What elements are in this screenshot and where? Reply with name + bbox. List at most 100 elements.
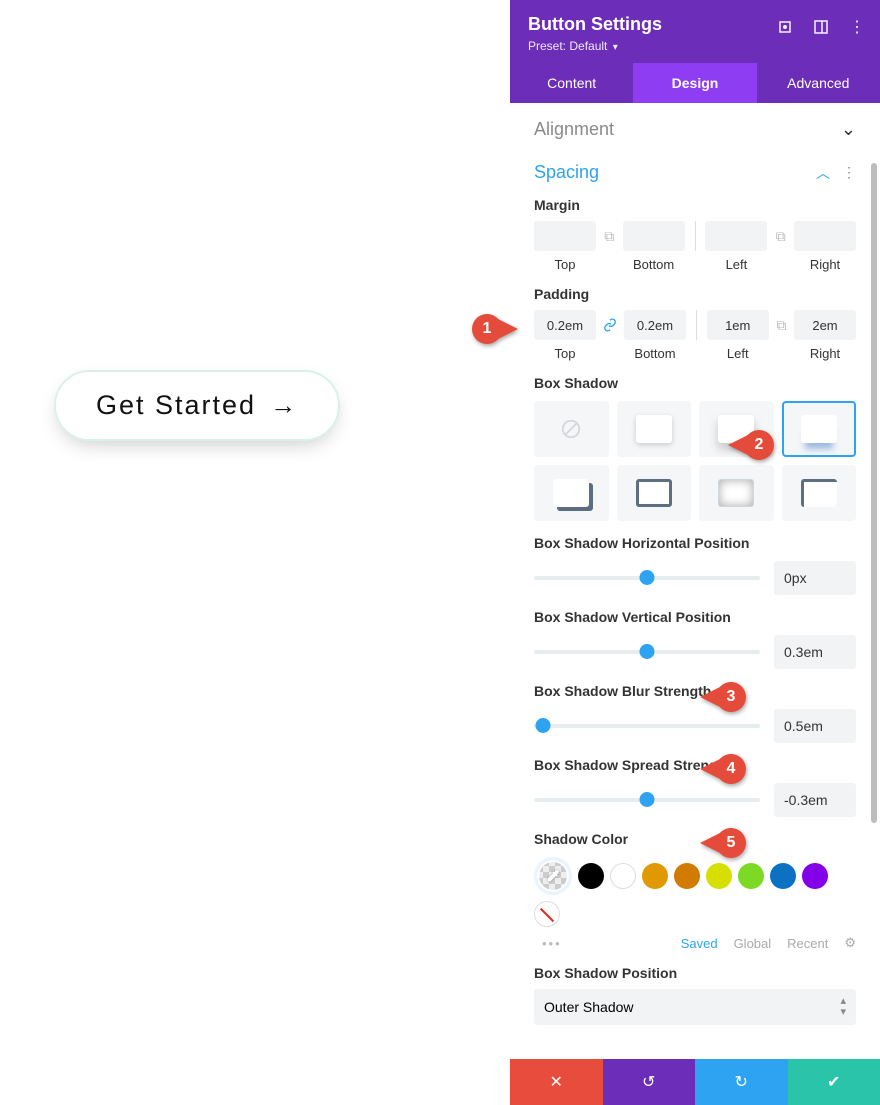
preview-get-started-button[interactable]: Get Started → [54,370,340,441]
swatch-white[interactable] [610,863,636,889]
shadow-preset-3[interactable] [782,401,857,457]
callout-3-label: 3 [716,682,746,712]
shadow-position-value: Outer Shadow [544,999,634,1015]
padding-left-sub: Left [727,346,749,361]
padding-right-input[interactable] [794,310,856,340]
padding-left-input[interactable] [707,310,769,340]
color-tab-saved[interactable]: Saved [681,936,718,951]
shadow-preset-7[interactable] [782,465,857,521]
swatch-green[interactable] [738,863,764,889]
swatch-transparent[interactable] [534,901,560,927]
drag-handle-icon[interactable]: ••• [542,936,562,951]
redo-button[interactable]: ↻ [695,1059,788,1105]
padding-lr-link-icon[interactable]: ⧉ [775,310,788,340]
section-spacing-header[interactable]: Spacing ︿ ⋮ [534,162,856,183]
expand-icon[interactable] [776,18,794,36]
panel-body: Alignment ⌄ Spacing ︿ ⋮ Margin Top [510,103,880,1059]
shadow-preset-5[interactable] [617,465,692,521]
shadow-preset-none[interactable] [534,401,609,457]
margin-top-input[interactable] [534,221,596,251]
padding-group: Padding Top Bottom [534,286,856,361]
settings-panel: Button Settings Preset: Default ▾ ⋮ Cont… [510,0,880,1105]
callout-4: 4 [700,754,746,784]
shadow-preset-6[interactable] [699,465,774,521]
swatch-black[interactable] [578,863,604,889]
section-more-icon[interactable]: ⋮ [842,164,856,181]
preview-button-label: Get Started [96,390,256,421]
divider [696,310,697,340]
chevron-up-icon[interactable]: ︿ [816,163,830,183]
margin-tb-link-icon[interactable]: ⧉ [602,221,617,251]
divider [695,221,696,251]
box-shadow-group: Box Shadow [534,375,856,521]
swatch-orange[interactable] [642,863,668,889]
margin-right-input[interactable] [794,221,856,251]
swatch-yellow[interactable] [706,863,732,889]
swatch-blue[interactable] [770,863,796,889]
callout-2: 2 [728,430,774,460]
shadow-preset-1[interactable] [617,401,692,457]
swatch-dark-orange[interactable] [674,863,700,889]
eyedropper-swatch[interactable] [534,857,572,895]
panel-layout-icon[interactable] [812,18,830,36]
preset-value: Default [569,39,607,53]
shadow-spread-group: Box Shadow Spread Strength -0.3em [534,757,856,817]
padding-bottom-input[interactable] [624,310,686,340]
preset-label: Preset: [528,39,566,53]
shadow-vertical-group: Box Shadow Vertical Position 0.3em [534,609,856,669]
tab-design[interactable]: Design [633,63,756,103]
shadow-vertical-slider[interactable] [534,643,760,661]
arrow-right-icon: → [270,390,298,421]
shadow-presets [534,401,856,521]
shadow-spread-slider[interactable] [534,791,760,809]
padding-top-input[interactable] [534,310,596,340]
margin-bottom-sub: Bottom [633,257,674,272]
shadow-blur-label: Box Shadow Blur Strength [534,683,856,699]
tab-content[interactable]: Content [510,63,633,103]
color-tabs: ••• Saved Global Recent ⚙ [534,935,856,951]
shadow-vertical-value[interactable]: 0.3em [774,635,856,669]
shadow-spread-value[interactable]: -0.3em [774,783,856,817]
margin-left-input[interactable] [705,221,767,251]
margin-group: Margin Top ⧉ Bottom Left [534,197,856,272]
shadow-horizontal-value[interactable]: 0px [774,561,856,595]
shadow-position-label: Box Shadow Position [534,965,856,981]
chevron-down-icon: ⌄ [841,119,856,140]
shadow-preset-4[interactable] [534,465,609,521]
select-updown-icon: ▴▾ [840,996,846,1018]
shadow-position-select[interactable]: Outer Shadow ▴▾ [534,989,856,1025]
shadow-blur-value[interactable]: 0.5em [774,709,856,743]
margin-bottom-input[interactable] [623,221,685,251]
header-icons: ⋮ [776,18,866,36]
shadow-spread-label: Box Shadow Spread Strength [534,757,856,773]
undo-button[interactable]: ↺ [603,1059,696,1105]
save-button[interactable]: ✔ [788,1059,880,1105]
panel-footer: ✕ ↺ ↻ ✔ [510,1059,880,1105]
panel-header: Button Settings Preset: Default ▾ ⋮ [510,0,880,63]
section-alignment[interactable]: Alignment ⌄ [530,103,860,152]
margin-right-sub: Right [810,257,840,272]
gear-icon[interactable]: ⚙ [844,935,856,951]
scrollbar[interactable] [871,163,877,823]
color-swatches [534,857,856,927]
shadow-position-group: Box Shadow Position Outer Shadow ▴▾ [534,965,856,1025]
margin-left-sub: Left [726,257,748,272]
more-menu-icon[interactable]: ⋮ [848,18,866,36]
callout-5-label: 5 [716,828,746,858]
color-tab-recent[interactable]: Recent [787,936,828,951]
swatch-purple[interactable] [802,863,828,889]
padding-tb-link-icon[interactable] [602,310,618,340]
callout-5: 5 [700,828,746,858]
callout-4-label: 4 [716,754,746,784]
cancel-button[interactable]: ✕ [510,1059,603,1105]
callout-1: 1 [472,314,518,344]
shadow-blur-group: Box Shadow Blur Strength 0.5em [534,683,856,743]
tab-advanced[interactable]: Advanced [757,63,880,103]
color-tab-global[interactable]: Global [734,936,772,951]
shadow-horizontal-slider[interactable] [534,569,760,587]
padding-top-sub: Top [555,346,576,361]
caret-down-icon: ▾ [613,42,618,53]
shadow-blur-slider[interactable] [534,717,760,735]
preset-selector[interactable]: Preset: Default ▾ [528,39,862,53]
margin-lr-link-icon[interactable]: ⧉ [773,221,788,251]
